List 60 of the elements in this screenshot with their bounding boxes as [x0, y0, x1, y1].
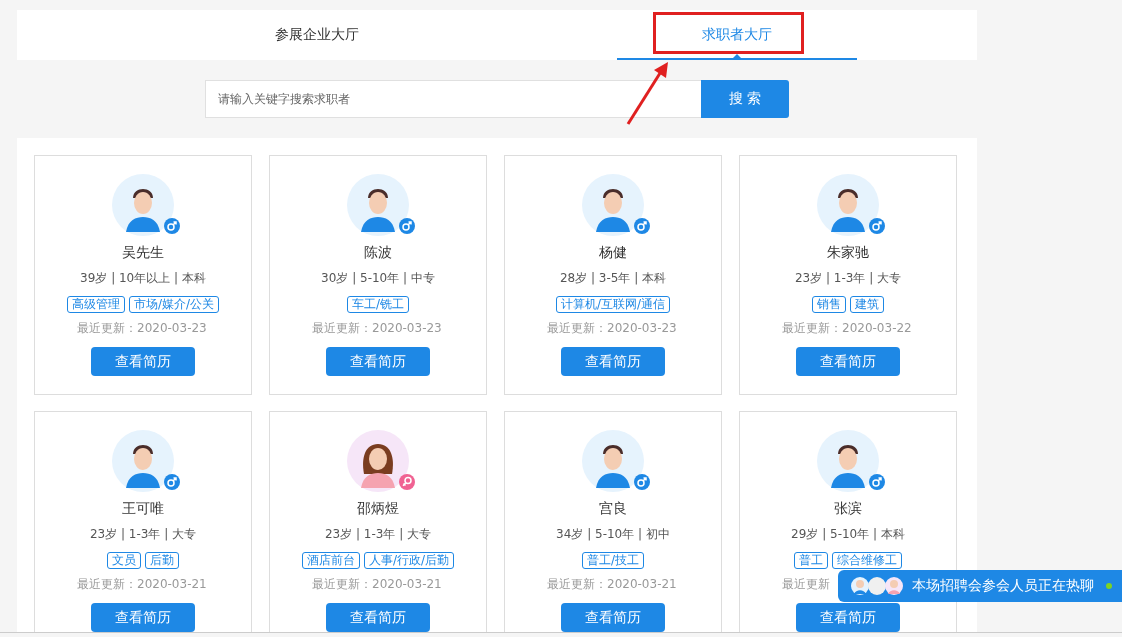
update-date: 最近更新：2020-03-23	[312, 321, 442, 335]
candidate-info: 28岁 | 3-5年 | 本科	[559, 270, 667, 287]
job-tag: 计算机/互联网/通信	[555, 296, 671, 313]
candidate-info: 23岁 | 1-3年 | 大专	[324, 526, 432, 543]
chat-toast[interactable]: 本场招聘会参会人员正在热聊	[838, 570, 1122, 602]
avatar-silhouette-icon	[112, 430, 174, 492]
job-tag: 人事/行政/后勤	[363, 552, 455, 569]
view-resume-button[interactable]: 查看简历	[561, 603, 665, 632]
avatar-silhouette-icon	[582, 174, 644, 236]
avatar-silhouette-icon	[347, 430, 409, 492]
job-tag: 综合维修工	[832, 552, 902, 569]
update-date: 最近更新：2020-03-23	[547, 321, 677, 335]
candidate-name: 杨健	[599, 244, 627, 262]
candidate-name: 邵炳煜	[357, 500, 399, 518]
view-resume-button[interactable]: 查看简历	[796, 347, 900, 376]
job-tag: 文员	[107, 552, 141, 569]
job-tag: 普工/技工	[581, 552, 644, 569]
avatar-silhouette-icon	[817, 430, 879, 492]
candidate-name: 王可唯	[122, 500, 164, 518]
candidate-name: 张滨	[834, 500, 862, 518]
job-tag: 销售	[812, 296, 846, 313]
job-tag: 酒店前台	[301, 552, 360, 569]
avatar-group-icon	[850, 576, 904, 596]
avatar-silhouette-icon	[112, 174, 174, 236]
candidate-name: 吴先生	[122, 244, 164, 262]
candidate-info: 34岁 | 5-10年 | 初中	[556, 526, 670, 543]
candidate-info: 29岁 | 5-10年 | 本科	[791, 526, 905, 543]
job-tag: 高级管理	[66, 296, 125, 313]
candidate-info: 30岁 | 5-10年 | 中专	[321, 270, 435, 287]
avatar-silhouette-icon	[817, 174, 879, 236]
search-button[interactable]: 搜 索	[701, 80, 789, 118]
view-resume-button[interactable]: 查看简历	[326, 347, 430, 376]
candidate-info: 39岁 | 10年以上 | 本科	[80, 270, 206, 287]
candidate-info: 23岁 | 1-3年 | 大专	[794, 270, 902, 287]
candidate-name: 朱家驰	[827, 244, 869, 262]
tab-pointer-icon	[733, 54, 741, 58]
candidate-name: 陈波	[364, 244, 392, 262]
update-date: 最近更新	[782, 577, 830, 591]
view-resume-button[interactable]: 查看简历	[91, 347, 195, 376]
job-tag: 车工/铣工	[346, 296, 409, 313]
job-tag: 建筑	[850, 296, 884, 313]
search-field[interactable]: 请输入关键字搜索求职者	[205, 80, 701, 118]
avatar-silhouette-icon	[347, 174, 409, 236]
view-resume-button[interactable]: 查看简历	[91, 603, 195, 632]
job-tag: 普工	[794, 552, 828, 569]
tab[interactable]: 参展企业大厅	[17, 10, 617, 60]
candidate-info: 23岁 | 1-3年 | 大专	[89, 526, 197, 543]
job-tag: 后勤	[145, 552, 179, 569]
view-resume-button[interactable]: 查看简历	[796, 603, 900, 632]
job-tag: 市场/媒介/公关	[128, 296, 220, 313]
update-date: 最近更新：2020-03-21	[312, 577, 442, 591]
update-date: 最近更新：2020-03-21	[547, 577, 677, 591]
view-resume-button[interactable]: 查看简历	[326, 603, 430, 632]
update-date: 最近更新：2020-03-23	[77, 321, 207, 335]
update-date: 最近更新：2020-03-21	[77, 577, 207, 591]
tab[interactable]: 求职者大厅	[617, 10, 857, 60]
update-date: 最近更新：2020-03-22	[782, 321, 912, 335]
view-resume-button[interactable]: 查看简历	[561, 347, 665, 376]
candidate-name: 宫良	[599, 500, 627, 518]
avatar-silhouette-icon	[582, 430, 644, 492]
